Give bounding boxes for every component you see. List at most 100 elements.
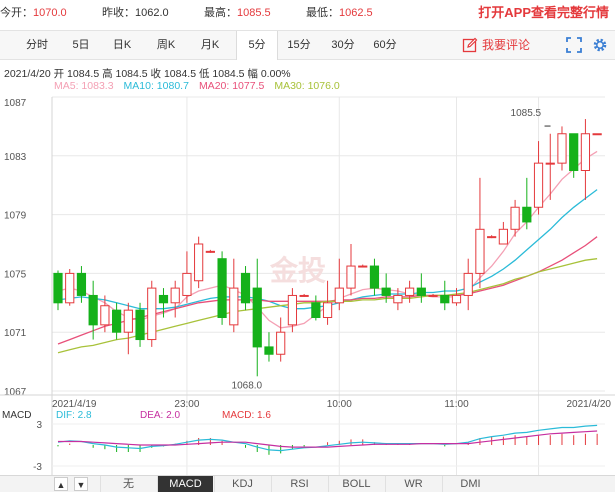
candle-down [522,206,532,223]
candle-up [205,250,215,253]
tab-period-1[interactable]: 5日 [62,31,100,59]
candle-down [88,294,98,326]
indicator-tab-1[interactable]: MACD [157,476,213,492]
macd-tick-label: 3 [36,420,42,431]
open-app-link[interactable]: 打开APP查看完整行情 [478,2,609,21]
candle-up [592,133,602,136]
candle-up [334,287,344,304]
candle-down [76,272,87,296]
tab-period-7[interactable]: 30分 [324,31,362,59]
candle-down [440,294,450,304]
candle-up [276,331,286,355]
candle-down [217,258,227,318]
expand-icon [566,37,582,53]
watermark-text: 金投 [269,254,326,286]
tab-period-0[interactable]: 分时 [18,31,56,59]
comment-label: 我要评论 [482,38,531,52]
macd-value-label: MACD: 1.6 [222,410,271,421]
candle-up [428,294,438,297]
period-tab-bar: 分时 5日 日K 周K 月K 5分 15分 30分 60分 我要评论 [0,30,615,60]
candle-down [252,287,262,348]
candle-up [557,133,567,164]
candle-up [182,272,192,296]
indicator-tab-4[interactable]: BOLL [328,476,384,492]
high-annotation: 1085.5 [511,108,542,119]
candle-up [123,309,133,333]
indicator-tab-3[interactable]: RSI [271,476,327,492]
indicator-tab-bar: ▲ ▼ 无 MACD KDJ RSI BOLL WR DMI [0,475,615,492]
candle-down [240,272,251,304]
candle-down [135,309,145,341]
candle-down [416,287,426,296]
time-axis-label: 10:00 [327,399,352,410]
price-tick-label: 1079 [4,211,27,222]
indicator-tab-0[interactable]: 无 [100,476,156,492]
edit-icon [462,37,478,53]
macd-tick-label: -3 [33,462,42,473]
candle-down [53,272,63,304]
fullscreen-button[interactable] [566,37,582,53]
tab-period-6[interactable]: 15分 [280,31,318,59]
indicator-tab-5[interactable]: WR [385,476,441,492]
candle-up [358,265,368,268]
candle-up [229,287,239,326]
macd-dea-label: DEA: 2.0 [140,410,180,421]
candle-up [545,162,555,165]
scroll-down-button[interactable]: ▼ [74,477,88,491]
time-axis-label: 2021/4/20 [567,399,612,410]
price-tick-label: 1083 [4,152,27,163]
macd-dif-label: DIF: 2.8 [56,410,92,421]
price-tick-label: 1067 [4,387,27,398]
tab-period-3[interactable]: 周K [147,31,185,59]
candle-up [147,287,157,341]
indicator-tab-2[interactable]: KDJ [214,476,270,492]
candle-up [451,294,462,304]
candle-up [510,206,520,230]
candle-up [322,302,333,319]
time-axis-label: 2021/4/19 [52,399,97,410]
candle-up [170,287,180,304]
candle-down [311,302,321,319]
candle-up [65,272,75,304]
candle-up [463,272,473,296]
prev-close-price: 昨收：1062.0 [102,7,169,19]
candle-up [580,133,591,171]
macd-title: MACD [2,410,31,421]
candle-down [569,133,579,171]
candle-up [487,236,497,239]
tab-period-2[interactable]: 日K [103,31,141,59]
scroll-up-button[interactable]: ▲ [54,477,68,491]
candle-up [393,294,403,304]
candle-up [299,294,309,297]
indicator-tab-6[interactable]: DMI [442,476,498,492]
tab-period-4[interactable]: 月K [191,31,229,59]
candle-up [405,287,415,296]
candle-down [264,346,274,355]
high-price: 最高：1085.5 [204,7,271,19]
candle-down [112,309,122,333]
open-price: 今开：1070.0 [0,7,67,19]
candle-up [346,265,356,289]
gear-icon [593,38,607,52]
settings-button[interactable] [592,37,608,53]
candle-up [194,243,204,282]
price-tick-label: 1071 [4,328,27,339]
price-tick-label: 1075 [4,269,27,280]
tab-period-5[interactable]: 5分 [236,31,278,60]
tab-period-8[interactable]: 60分 [366,31,404,59]
time-axis-label: 11:00 [444,399,469,410]
candle-down [369,265,380,289]
candle-down [158,294,169,304]
candle-up [475,228,485,274]
candle-down [381,287,391,296]
candle-up [498,228,508,245]
quote-bar: 今开：1070.0 昨收：1062.0 最高：1085.5 最低：1062.5 … [0,0,615,22]
candle-up [287,294,298,326]
low-annotation: 1068.0 [232,380,263,391]
low-price: 最低：1062.5 [306,7,373,19]
time-axis-label: 23:00 [174,399,199,410]
candlestick-chart[interactable]: 1087 1083 1079 1075 1071 1067 金投 1085.5 1068.0 20… [0,90,615,475]
candle-info-line: 2021/4/20 开 1084.5 高 1084.5 收 1084.5 低 1… [4,68,291,80]
price-tick-label: 1087 [4,98,27,109]
comment-button[interactable]: 我要评论 [462,35,530,55]
